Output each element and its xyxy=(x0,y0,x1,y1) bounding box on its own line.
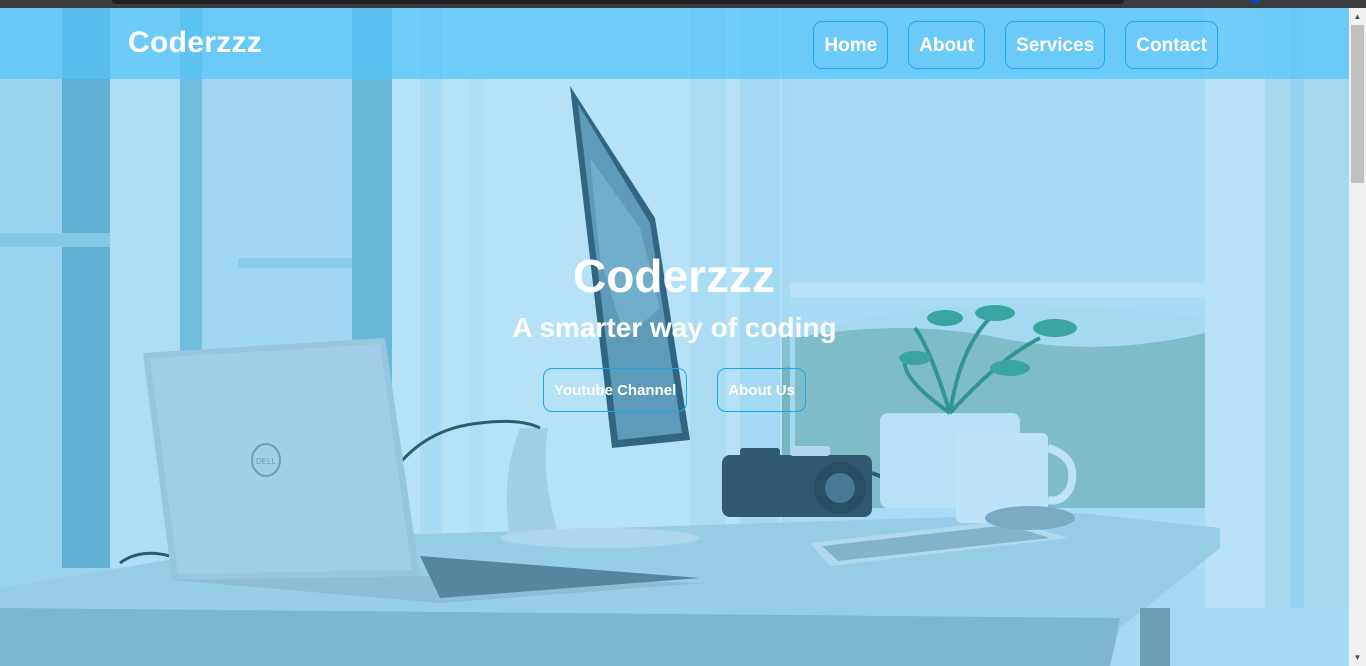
nav-menu: Home About Services Contact xyxy=(813,21,1218,69)
browser-extension-indicator xyxy=(1250,0,1260,4)
browser-tab-edge xyxy=(112,0,1124,4)
scrollbar-thumb[interactable] xyxy=(1351,25,1364,183)
browser-viewport: DELL Coderzzz Home About Services Contac… xyxy=(0,0,1366,666)
hero-button-group: Youtube Channel About Us xyxy=(0,368,1349,412)
nav-link-services[interactable]: Services xyxy=(1005,21,1106,69)
brand-logo[interactable]: Coderzzz xyxy=(128,26,262,60)
scroll-up-arrow-icon[interactable]: ▲ xyxy=(1349,8,1366,25)
hero-section: Coderzzz A smarter way of coding Youtube… xyxy=(0,248,1349,412)
about-us-button[interactable]: About Us xyxy=(717,368,806,412)
top-navbar: Coderzzz Home About Services Contact xyxy=(0,8,1349,79)
youtube-channel-button[interactable]: Youtube Channel xyxy=(543,368,688,412)
nav-link-contact[interactable]: Contact xyxy=(1125,21,1218,69)
browser-chrome-edge xyxy=(0,0,1366,8)
laptop-logo: DELL xyxy=(256,457,277,466)
scroll-down-arrow-icon[interactable]: ▼ xyxy=(1349,649,1366,666)
hero-title: Coderzzz xyxy=(573,250,775,302)
vertical-scrollbar[interactable]: ▲ ▼ xyxy=(1349,8,1366,666)
hero-subtitle: A smarter way of coding xyxy=(512,312,837,343)
nav-link-about[interactable]: About xyxy=(908,21,986,69)
nav-link-home[interactable]: Home xyxy=(813,21,889,69)
web-page: DELL Coderzzz Home About Services Contac… xyxy=(0,8,1349,666)
